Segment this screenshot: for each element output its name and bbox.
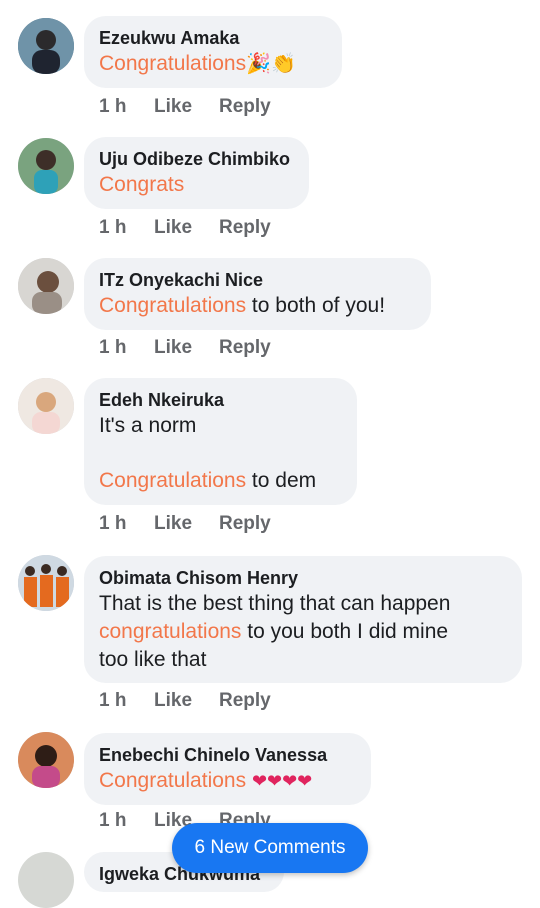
comment-time: 1 h xyxy=(99,513,127,534)
commenter-name[interactable]: ITz Onyekachi Nice xyxy=(99,268,415,292)
highlighted-text: Congratulations xyxy=(99,769,247,792)
comment-text: to you both I did mine xyxy=(241,620,449,643)
comment-bubble[interactable]: Enebechi Chinelo Vanessa Congratulations… xyxy=(84,733,371,805)
comment-bubble[interactable]: Uju Odibeze Chimbiko Congrats xyxy=(84,137,309,209)
like-button[interactable]: Like xyxy=(154,96,192,118)
new-comments-button[interactable]: 6 New Comments xyxy=(172,823,368,873)
avatar[interactable] xyxy=(18,555,74,611)
comment-text: That is the best thing that can happen xyxy=(99,592,451,615)
like-button[interactable]: Like xyxy=(154,690,192,712)
avatar[interactable] xyxy=(18,732,74,788)
comment-text: to both of you! xyxy=(246,294,386,317)
avatar[interactable] xyxy=(18,138,74,194)
avatar[interactable] xyxy=(18,18,74,74)
highlighted-text: Congrats xyxy=(99,173,185,196)
commenter-name[interactable]: Ezeukwu Amaka xyxy=(99,26,326,50)
commenter-name[interactable]: Obimata Chisom Henry xyxy=(99,566,506,590)
comment-text: too like that xyxy=(99,648,207,671)
highlighted-text: Congratulations xyxy=(99,294,247,317)
like-button[interactable]: Like xyxy=(154,337,192,359)
commenter-name[interactable]: Edeh Nkeiruka xyxy=(99,388,341,412)
commenter-name[interactable]: Uju Odibeze Chimbiko xyxy=(99,147,293,171)
reply-button[interactable]: Reply xyxy=(219,690,271,712)
avatar[interactable] xyxy=(18,258,74,314)
commenter-name[interactable]: Enebechi Chinelo Vanessa xyxy=(99,743,355,767)
comment-bubble[interactable]: Edeh Nkeiruka It's a norm Congratulation… xyxy=(84,378,357,505)
hearts-emoji: ❤❤❤❤ xyxy=(251,771,313,791)
like-button[interactable]: Like xyxy=(154,217,192,239)
comment-time: 1 h xyxy=(99,217,127,238)
comment-time: 1 h xyxy=(99,337,127,358)
reply-button[interactable]: Reply xyxy=(219,217,271,239)
comment-time: 1 h xyxy=(99,96,127,117)
avatar[interactable] xyxy=(18,378,74,434)
comment-text: It's a norm xyxy=(99,414,197,437)
highlighted-text: congratulations xyxy=(99,620,242,643)
comment-bubble[interactable]: Obimata Chisom Henry That is the best th… xyxy=(84,556,522,683)
comment-text: to dem xyxy=(246,469,317,492)
comment-time: 1 h xyxy=(99,810,127,831)
comment-bubble[interactable]: Ezeukwu Amaka Congratulations🎉👏 xyxy=(84,16,342,88)
comment-bubble[interactable]: ITz Onyekachi Nice Congratulations to bo… xyxy=(84,258,431,330)
reply-button[interactable]: Reply xyxy=(219,513,271,535)
avatar[interactable] xyxy=(18,852,74,908)
reply-button[interactable]: Reply xyxy=(219,96,271,118)
highlighted-text: Congratulations xyxy=(99,469,247,492)
like-button[interactable]: Like xyxy=(154,513,192,535)
party-clap-emoji: 🎉👏 xyxy=(246,53,296,75)
comment-time: 1 h xyxy=(99,690,127,711)
reply-button[interactable]: Reply xyxy=(219,337,271,359)
highlighted-text: Congratulations xyxy=(99,52,247,75)
